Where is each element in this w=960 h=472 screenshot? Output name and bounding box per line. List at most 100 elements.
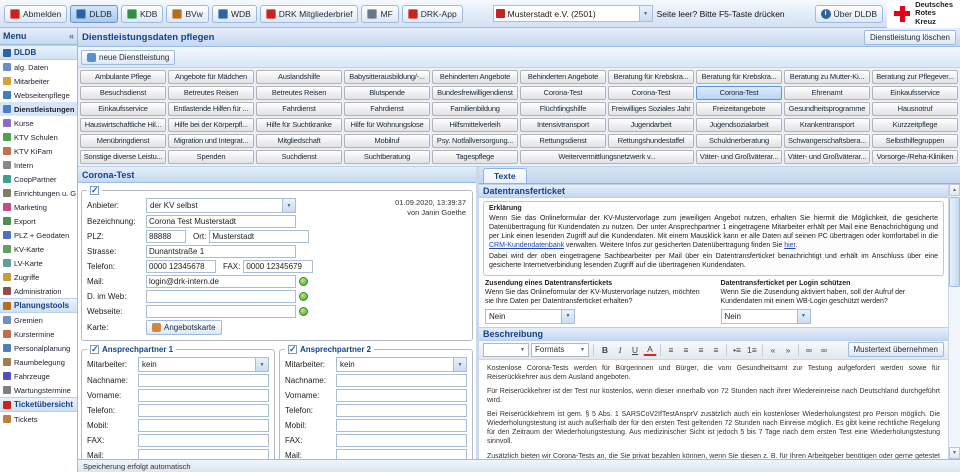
bvw-button[interactable]: BVw xyxy=(166,5,208,23)
mitarbeiter-select-1[interactable]: kein▼ xyxy=(138,357,269,372)
anbieter-checkbox[interactable] xyxy=(90,186,99,195)
scroll-down-button[interactable]: ▼ xyxy=(949,447,960,459)
description-editor[interactable]: Kostenlose Corona-Tests werden für Bürge… xyxy=(479,360,948,459)
align-right-button[interactable]: ≡ xyxy=(694,343,708,357)
service-button-angebote-f-r-m-dchen[interactable]: Angebote für Mädchen xyxy=(168,70,254,84)
datentransfer-link[interactable]: hier xyxy=(784,242,795,249)
fax-input-2[interactable] xyxy=(336,434,467,447)
service-button-freizeitangebote[interactable]: Freizeitangebote xyxy=(696,102,782,116)
service-button-corona-test[interactable]: Corona-Test xyxy=(520,86,606,100)
sidebar-item-personalplanung[interactable]: Personalplanung xyxy=(0,341,77,355)
underline-button[interactable]: U xyxy=(628,343,642,357)
service-button-sonstige-diverse-leistu-[interactable]: Sonstige diverse Leistu... xyxy=(80,150,166,164)
service-button-tagespflege[interactable]: Tagespflege xyxy=(432,150,518,164)
service-button-schwangerschaftsbera-[interactable]: Schwangerschaftsbera... xyxy=(784,134,870,148)
service-button-ehrenamt[interactable]: Ehrenamt xyxy=(784,86,870,100)
mail-input[interactable] xyxy=(146,275,296,288)
sidebar-item-kv-karte[interactable]: KV-Karte xyxy=(0,242,77,256)
service-button-rettungshundestaffel[interactable]: Rettungshundestaffel xyxy=(608,134,694,148)
service-button-jugendarbeit[interactable]: Jugendarbeit xyxy=(608,118,694,132)
login-schutz-select[interactable]: Nein ▼ xyxy=(721,309,811,324)
scrollbar-thumb[interactable] xyxy=(949,197,960,287)
nachname-input-1[interactable] xyxy=(138,374,269,387)
service-button-rettungsdienst[interactable]: Rettungsdienst xyxy=(520,134,606,148)
mail-input-2[interactable] xyxy=(336,449,467,459)
anbieter-select[interactable]: der KV selbst ▼ xyxy=(146,198,296,213)
service-button-besuchsdienst[interactable]: Besuchsdienst xyxy=(80,86,166,100)
service-button-v-ter-und-gro-v-terar-[interactable]: Väter- und Großväterar... xyxy=(784,150,870,164)
sidebar-item-einrichtungen-u-g-[interactable]: Einrichtungen u. G... xyxy=(0,186,77,200)
dropdown-trigger-icon[interactable]: ▼ xyxy=(561,310,574,323)
service-button-gesundheitsprogramme[interactable]: Gesundheitsprogramme xyxy=(784,102,870,116)
service-button-fahrdienst[interactable]: Fahrdienst xyxy=(256,102,342,116)
indent-button[interactable]: » xyxy=(781,343,795,357)
service-button-fahrdienst[interactable]: Fahrdienst xyxy=(344,102,430,116)
sidebar-item-mitarbeiter[interactable]: Mitarbeiter xyxy=(0,74,77,88)
nachname-input-2[interactable] xyxy=(336,374,467,387)
service-button-hilfe-f-r-wohnungslose[interactable]: Hilfe für Wohnungslose xyxy=(344,118,430,132)
datentransfer-link[interactable]: CRM-Kundendatenbank xyxy=(489,242,564,249)
service-button-beratung-f-r-krebskra-[interactable]: Beratung für Krebskra... xyxy=(608,70,694,84)
organization-select[interactable]: Musterstadt e.V. (2501) ▼ xyxy=(493,5,653,22)
sidebar-item-lv-karte[interactable]: LV-Karte xyxy=(0,256,77,270)
mustertext-button[interactable]: Mustertext übernehmen xyxy=(848,342,945,357)
sidebar-item-tickets[interactable]: Tickets xyxy=(0,412,77,426)
scroll-up-button[interactable]: ▲ xyxy=(949,184,960,196)
collapse-sidebar-button[interactable]: « xyxy=(69,31,74,41)
new-service-button[interactable]: neue Dienstleistung xyxy=(81,50,175,65)
dldb-button[interactable]: DLDB xyxy=(70,5,118,23)
vertical-scrollbar[interactable]: ▲ ▼ xyxy=(948,184,960,459)
telefon-input-1[interactable] xyxy=(138,404,269,417)
dienst-im-web-input[interactable] xyxy=(146,290,296,303)
service-button-jugendsozialarbeit[interactable]: Jugendsozialarbeit xyxy=(696,118,782,132)
numbered-list-button[interactable]: 1≡ xyxy=(745,343,759,357)
sidebar-item-ktv-schulen[interactable]: KTV Schulen xyxy=(0,130,77,144)
service-button-migration-und-integrat-[interactable]: Migration und Integrat... xyxy=(168,134,254,148)
webseite-input[interactable] xyxy=(146,305,296,318)
ansprechpartner-1-checkbox[interactable] xyxy=(90,345,99,354)
sidebar-item-kurse[interactable]: Kurse xyxy=(0,116,77,130)
telefon-input-2[interactable] xyxy=(336,404,467,417)
service-button-corona-test[interactable]: Corona-Test xyxy=(608,86,694,100)
service-button-entlastende-hilfen-f-r-[interactable]: Entlastende Hilfen für ... xyxy=(168,102,254,116)
italic-button[interactable]: I xyxy=(613,343,627,357)
font-family-select[interactable]: ▼ xyxy=(483,343,529,357)
service-button-auslandshilfe[interactable]: Auslandshilfe xyxy=(256,70,342,84)
sidebar-item-marketing[interactable]: Marketing xyxy=(0,200,77,214)
mobil-input-2[interactable] xyxy=(336,419,467,432)
font-color-button[interactable]: A xyxy=(643,344,657,356)
telefon-input[interactable] xyxy=(146,260,216,273)
service-button-babysitterausbildung-[interactable]: Babysitterausbildung/-... xyxy=(344,70,430,84)
service-button-einkaufsservice[interactable]: Einkaufsservice xyxy=(872,86,958,100)
sidebar-item-cooppartner[interactable]: CoopPartner xyxy=(0,172,77,186)
ort-input[interactable] xyxy=(209,230,309,243)
service-button-freiwilliges-soziales-jahr[interactable]: Freiwilliges Soziales Jahr xyxy=(608,102,694,116)
service-button-betreutes-reisen[interactable]: Betreutes Reisen xyxy=(256,86,342,100)
service-button-corona-test[interactable]: Corona-Test xyxy=(696,86,782,100)
kdb-button[interactable]: KDB xyxy=(121,5,163,23)
mobil-input-1[interactable] xyxy=(138,419,269,432)
tab-texte[interactable]: Texte xyxy=(483,168,527,183)
plz-input[interactable] xyxy=(146,230,186,243)
align-left-button[interactable]: ≡ xyxy=(664,343,678,357)
align-justify-button[interactable]: ≡ xyxy=(709,343,723,357)
outdent-button[interactable]: « xyxy=(766,343,780,357)
zusendung-select[interactable]: Nein ▼ xyxy=(485,309,575,324)
bezeichnung-input[interactable] xyxy=(146,215,296,228)
service-button-hilfe-bei-der-k-rperpfl-[interactable]: Hilfe bei der Körperpfl... xyxy=(168,118,254,132)
service-button-suchtberatung[interactable]: Suchtberatung xyxy=(344,150,430,164)
sidebar-item-ktv-kifam[interactable]: KTV KiFam xyxy=(0,144,77,158)
service-button-hilfsmittelverleih[interactable]: Hilfsmittelverleih xyxy=(432,118,518,132)
sidebar-item-wartungstermine[interactable]: Wartungstermine xyxy=(0,383,77,397)
sidebar-item-alg-daten[interactable]: alg. Daten xyxy=(0,60,77,74)
service-button-krankentransport[interactable]: Krankentransport xyxy=(784,118,870,132)
sidebar-item-plz-geodaten[interactable]: PLZ + Geodaten xyxy=(0,228,77,242)
align-center-button[interactable]: ≡ xyxy=(679,343,693,357)
mitarbeiter-select-2[interactable]: kein▼ xyxy=(336,357,467,372)
dropdown-trigger-icon[interactable]: ▼ xyxy=(797,310,810,323)
service-button-hilfe-f-r-suchtkranke[interactable]: Hilfe für Suchtkranke xyxy=(256,118,342,132)
sidebar-item-dienstleistungen[interactable]: Dienstleistungen xyxy=(0,102,77,116)
sidebar-item-fahrzeuge[interactable]: Fahrzeuge xyxy=(0,369,77,383)
drk-mitgliederbrief-button[interactable]: DRK Mitgliederbrief xyxy=(260,5,359,23)
fax-input[interactable] xyxy=(243,260,313,273)
